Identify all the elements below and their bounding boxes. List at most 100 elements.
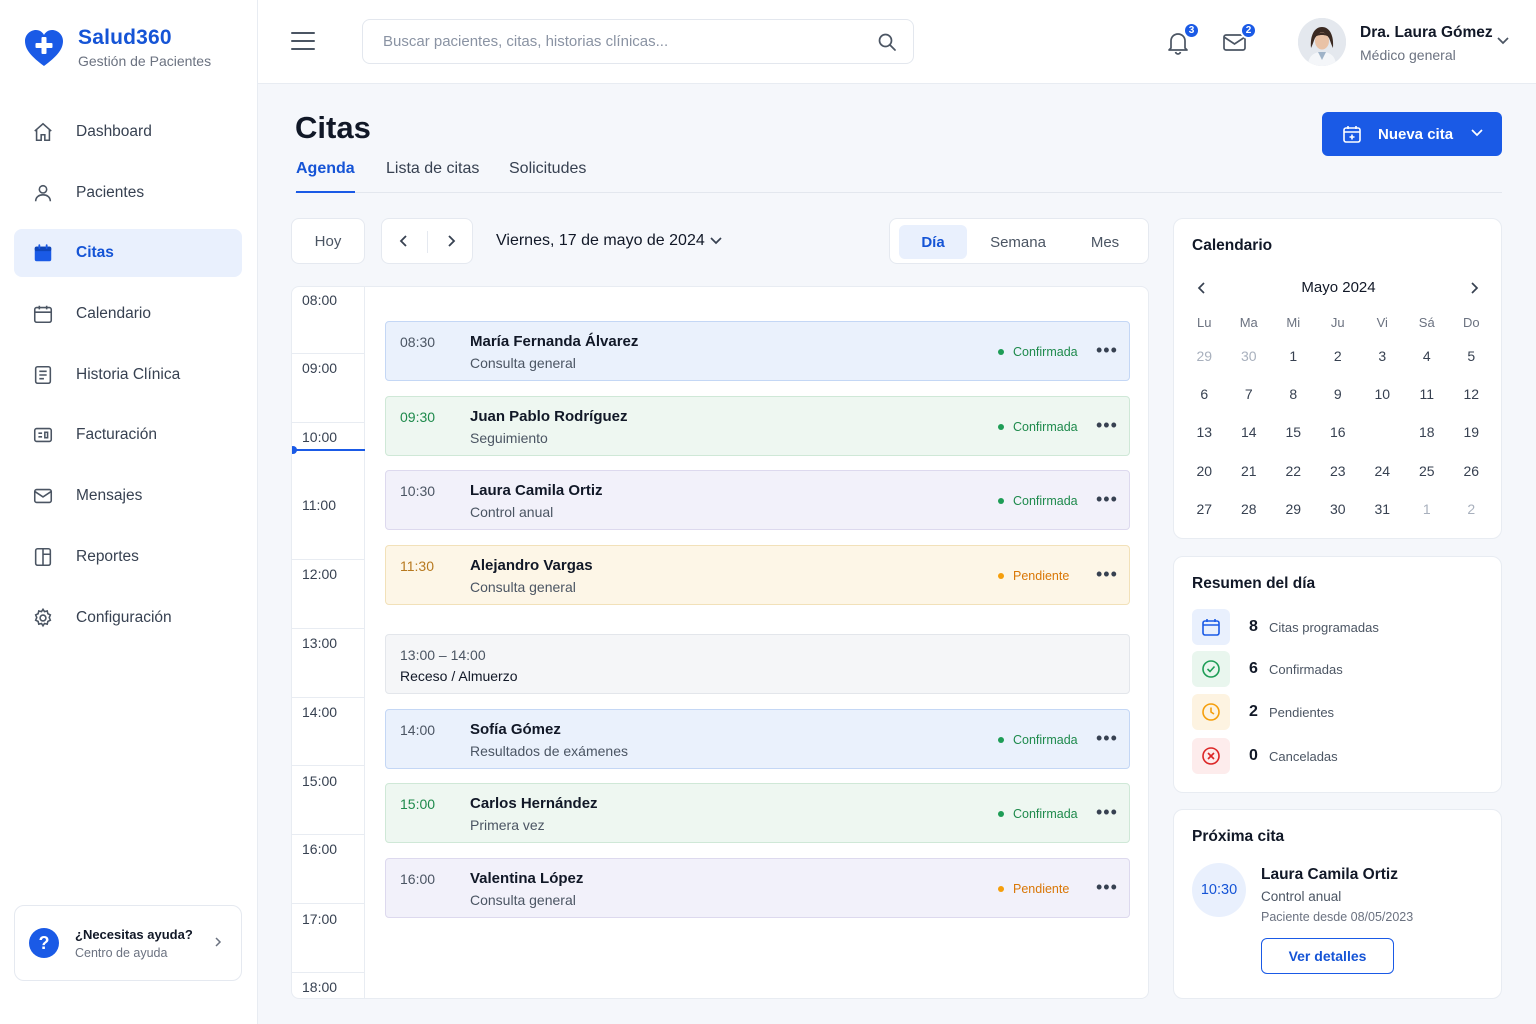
chevron-down-icon[interactable] xyxy=(1470,126,1484,140)
help-card[interactable]: ? ¿Necesitas ayuda? Centro de ayuda xyxy=(14,905,242,981)
calendar-day[interactable]: 15 xyxy=(1271,424,1316,440)
new-appointment-button[interactable]: Nueva cita xyxy=(1322,112,1502,156)
chevron-down-icon[interactable] xyxy=(709,235,723,247)
agenda-day-view: 08:00 09:00 10:00 11:00 12:00 13:00 14:0… xyxy=(291,286,1149,999)
calendar-day[interactable]: 5 xyxy=(1449,348,1494,364)
current-date[interactable]: Viernes, 17 de mayo de 2024 xyxy=(496,232,705,250)
calendar-day[interactable]: 21 xyxy=(1227,463,1272,479)
more-options-icon[interactable]: ••• xyxy=(1096,489,1118,510)
menu-icon[interactable] xyxy=(291,30,315,52)
sidebar-item-historia-clinica[interactable]: Historia Clínica xyxy=(14,351,242,399)
avatar[interactable] xyxy=(1298,18,1346,66)
appointment-card[interactable]: 09:30 Juan Pablo Rodríguez Seguimiento C… xyxy=(385,396,1130,456)
divider xyxy=(427,231,428,253)
calendar-day[interactable]: 26 xyxy=(1449,463,1494,479)
sidebar-item-pacientes[interactable]: Pacientes xyxy=(14,169,242,217)
sidebar-item-configuracion[interactable]: Configuración xyxy=(14,594,242,642)
calendar-day[interactable]: 1 xyxy=(1405,501,1450,517)
tab-agenda[interactable]: Agenda xyxy=(296,160,355,193)
view-day-button[interactable]: Día xyxy=(899,225,967,259)
sidebar-item-dashboard[interactable]: Dashboard xyxy=(14,108,242,156)
appointment-time: 08:30 xyxy=(400,334,436,350)
appointment-card[interactable]: 15:00 Carlos Hernández Primera vez Confi… xyxy=(385,783,1130,843)
appointment-time: 14:00 xyxy=(400,722,436,738)
calendar-day[interactable]: 12 xyxy=(1449,386,1494,402)
tab-lista-de-citas[interactable]: Lista de citas xyxy=(386,160,479,193)
calendar-day[interactable]: 22 xyxy=(1271,463,1316,479)
appointment-card[interactable]: 08:30 María Fernanda Álvarez Consulta ge… xyxy=(385,321,1130,381)
sidebar-item-calendario[interactable]: Calendario xyxy=(14,290,242,338)
doctor-avatar-icon xyxy=(1298,18,1346,66)
sidebar-item-reportes[interactable]: Reportes xyxy=(14,533,242,581)
more-options-icon[interactable]: ••• xyxy=(1096,340,1118,361)
appointment-card[interactable]: 10:30 Laura Camila Ortiz Control anual C… xyxy=(385,470,1130,530)
calendar-day[interactable]: 16 xyxy=(1316,424,1361,440)
appointment-card[interactable]: 11:30 Alejandro Vargas Consulta general … xyxy=(385,545,1130,605)
calendar-day[interactable]: 8 xyxy=(1271,386,1316,402)
appointment-card[interactable]: 16:00 Valentina López Consulta general P… xyxy=(385,858,1130,918)
more-options-icon[interactable]: ••• xyxy=(1096,564,1118,585)
appointment-type: Consulta general xyxy=(470,579,576,595)
more-options-icon[interactable]: ••• xyxy=(1096,415,1118,436)
more-options-icon[interactable]: ••• xyxy=(1096,877,1118,898)
calendar-day[interactable]: 7 xyxy=(1227,386,1272,402)
appointment-card[interactable]: 14:00 Sofía Gómez Resultados de exámenes… xyxy=(385,709,1130,769)
search-icon[interactable] xyxy=(877,32,897,52)
search-input[interactable] xyxy=(363,20,853,63)
chevron-down-icon[interactable] xyxy=(1496,36,1510,46)
hour-divider xyxy=(292,353,365,354)
calendar-day-selected[interactable]: 17 xyxy=(1360,415,1405,451)
calendar-day[interactable]: 9 xyxy=(1316,386,1361,402)
messages-button[interactable]: 2 xyxy=(1222,22,1257,59)
appointment-time: 11:30 xyxy=(400,558,434,574)
view-toggle: Día Semana Mes xyxy=(889,218,1149,264)
calendar-day[interactable]: 30 xyxy=(1227,348,1272,364)
notifications-button[interactable]: 3 xyxy=(1166,22,1200,61)
sidebar-item-citas[interactable]: Citas xyxy=(14,229,242,278)
calendar-day[interactable]: 18 xyxy=(1405,424,1450,440)
clock-icon xyxy=(1192,694,1230,730)
calendar-day[interactable]: 4 xyxy=(1405,348,1450,364)
calendar-day[interactable]: 30 xyxy=(1316,501,1361,517)
more-options-icon[interactable]: ••• xyxy=(1096,728,1118,749)
calendar-day[interactable]: 28 xyxy=(1227,501,1272,517)
hour-label: 12:00 xyxy=(302,566,338,582)
calendar-day[interactable]: 2 xyxy=(1316,348,1361,364)
status-badge: Confirmada xyxy=(998,494,1078,508)
calendar-day[interactable]: 13 xyxy=(1182,424,1227,440)
calendar-day[interactable]: 20 xyxy=(1182,463,1227,479)
calendar-day[interactable]: 29 xyxy=(1182,348,1227,364)
calendar-day[interactable]: 24 xyxy=(1360,463,1405,479)
calendar-day[interactable]: 19 xyxy=(1449,424,1494,440)
sidebar-item-facturacion[interactable]: Facturación xyxy=(14,411,242,459)
mini-calendar: Calendario Mayo 2024 Lu Ma Mi Ju Vi Sá D… xyxy=(1173,218,1502,539)
view-month-button[interactable]: Mes xyxy=(1074,225,1136,259)
view-week-button[interactable]: Semana xyxy=(980,225,1056,259)
calendar-week: 6 7 8 9 10 11 12 xyxy=(1182,375,1494,413)
calendar-day[interactable]: 11 xyxy=(1405,386,1450,402)
calendar-day[interactable]: 1 xyxy=(1271,348,1316,364)
calendar-day[interactable]: 31 xyxy=(1360,501,1405,517)
tab-solicitudes[interactable]: Solicitudes xyxy=(509,160,586,193)
chevron-left-icon[interactable] xyxy=(398,233,410,249)
calendar-day[interactable]: 14 xyxy=(1227,424,1272,440)
brand[interactable]: Salud360 Gestión de Pacientes xyxy=(22,26,211,70)
user-name[interactable]: Dra. Laura Gómez xyxy=(1360,24,1493,42)
sidebar-item-label: Citas xyxy=(76,244,114,262)
calendar-day[interactable]: 23 xyxy=(1316,463,1361,479)
today-button[interactable]: Hoy xyxy=(291,218,365,264)
calendar-day[interactable]: 25 xyxy=(1405,463,1450,479)
calendar-day[interactable]: 29 xyxy=(1271,501,1316,517)
view-details-button[interactable]: Ver detalles xyxy=(1261,938,1394,974)
calendar-day[interactable]: 10 xyxy=(1360,386,1405,402)
break-time: 13:00 – 14:00 xyxy=(400,647,486,663)
calendar-day[interactable]: 3 xyxy=(1360,348,1405,364)
more-options-icon[interactable]: ••• xyxy=(1096,802,1118,823)
chevron-right-icon[interactable] xyxy=(445,233,457,249)
sidebar-item-mensajes[interactable]: Mensajes xyxy=(14,472,242,520)
calendar-day[interactable]: 27 xyxy=(1182,501,1227,517)
chevron-right-icon[interactable] xyxy=(1468,281,1480,295)
hour-label: 09:00 xyxy=(302,360,338,376)
calendar-day[interactable]: 2 xyxy=(1449,501,1494,517)
calendar-day[interactable]: 6 xyxy=(1182,386,1227,402)
